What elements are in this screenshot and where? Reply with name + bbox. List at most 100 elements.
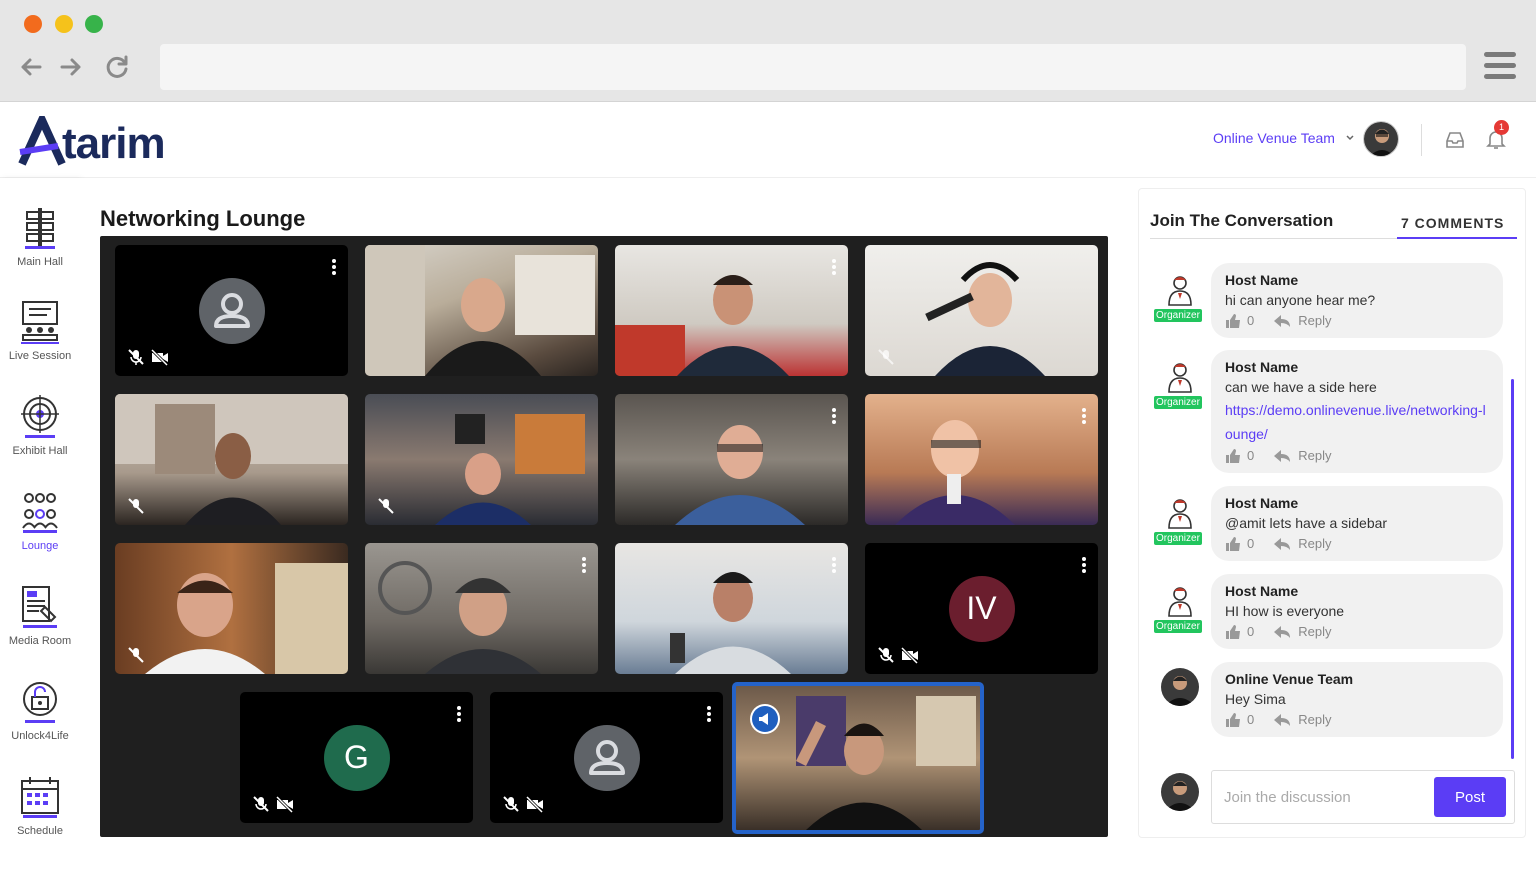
like-icon[interactable] [1225,313,1241,328]
logo-a-mark-icon [18,116,66,166]
participant-tile[interactable] [115,245,348,376]
reply-label: Reply [1298,712,1332,727]
reply-button[interactable]: Reply [1274,448,1331,463]
participant-tile[interactable] [615,245,848,376]
participant-tile[interactable] [615,543,848,674]
reply-arrow-icon [1274,314,1291,327]
reload-icon[interactable] [102,52,132,82]
reply-label: Reply [1298,313,1332,328]
conversation-title: Join The Conversation [1150,211,1334,230]
participant-tile[interactable] [365,394,598,525]
sidebar-item-exhibit-hall[interactable]: Exhibit Hall [0,393,80,457]
participant-video [675,425,805,525]
atarim-logo[interactable]: tarim [18,116,166,166]
commenter-avatar [1161,668,1199,706]
mic-off-icon [128,349,144,365]
reply-button[interactable]: Reply [1274,624,1331,639]
participant-tile[interactable] [365,543,598,674]
forward-arrow-icon[interactable] [56,52,86,82]
close-window-button[interactable] [24,15,42,33]
user-avatar[interactable] [1363,121,1399,157]
chevron-down-icon [1346,135,1354,141]
like-icon[interactable] [1225,712,1241,727]
sidebar-item-unlock4life[interactable]: Unlock4Life [0,678,80,742]
reply-button[interactable]: Reply [1274,712,1331,727]
comment-bubble: Host Name @amit lets have a sidebar 0 Re… [1211,486,1503,561]
tile-menu-icon[interactable] [1082,557,1086,573]
reply-label: Reply [1298,536,1332,551]
comment-author: Online Venue Team [1225,671,1354,687]
target-icon [21,395,59,438]
participant-tile[interactable] [365,245,598,376]
reply-button[interactable]: Reply [1274,313,1331,328]
comments-scrollbar[interactable] [1511,379,1514,759]
sidebar-item-main-hall[interactable]: Main Hall [0,204,80,268]
minimize-window-button[interactable] [55,15,73,33]
comments-tab[interactable]: 7 COMMENTS [1401,215,1504,231]
composer-avatar [1161,773,1199,811]
reply-arrow-icon [1274,449,1291,462]
unlock-icon [23,682,57,723]
participant-tile[interactable]: IV [865,543,1098,674]
post-button[interactable]: Post [1434,777,1506,817]
newspaper-icon [22,586,57,628]
organizer-avatar-icon [1168,499,1192,529]
participant-video [435,414,585,525]
tile-menu-icon[interactable] [832,408,836,424]
organizer-tag: Organizer [1154,620,1202,633]
megaphone-icon [750,704,780,734]
sidebar-item-label: Exhibit Hall [12,445,68,457]
initials-avatar: G [323,724,390,791]
active-speaker-tile[interactable] [732,682,984,834]
participant-video [925,262,1045,376]
tile-menu-icon[interactable] [832,557,836,573]
participant-tile[interactable] [865,394,1098,525]
tile-menu-icon[interactable] [1082,408,1086,424]
tile-menu-icon[interactable] [832,259,836,275]
participant-tile[interactable] [615,394,848,525]
participant-tile[interactable] [490,692,723,823]
discussion-input[interactable] [1224,783,1424,811]
like-icon[interactable] [1225,624,1241,639]
tile-menu-icon[interactable] [582,557,586,573]
camera-off-icon [526,795,544,813]
comment-author: Host Name [1225,495,1299,511]
tile-menu-icon[interactable] [332,259,336,275]
signpost-icon [25,208,55,249]
sidebar-item-lounge[interactable]: Lounge [0,488,80,552]
reply-label: Reply [1298,624,1332,639]
tile-menu-icon[interactable] [457,706,461,722]
camera-off-icon [276,795,294,813]
sidebar: Main Hall Live Session Exhibit Hall Loun… [0,178,80,876]
inbox-icon[interactable] [1444,129,1466,151]
app-header: tarim Online Venue Team 1 [0,102,1536,178]
reply-label: Reply [1298,448,1332,463]
organizer-tag: Organizer [1154,309,1202,322]
sidebar-item-media-room[interactable]: Media Room [0,583,80,647]
like-icon[interactable] [1225,536,1241,551]
comment-link[interactable]: https://demo.onlinevenue.live/networking… [1225,398,1489,446]
team-selector[interactable]: Online Venue Team [1213,130,1355,146]
sidebar-item-label: Media Room [8,635,72,647]
participant-tile[interactable] [115,543,348,674]
browser-menu-icon[interactable] [1484,52,1516,82]
sidebar-item-live-session[interactable]: Live Session [0,298,80,362]
people-group-icon [22,493,58,533]
participant-tile[interactable] [115,394,348,525]
address-bar[interactable] [160,44,1466,90]
participant-tile[interactable]: G [240,692,473,823]
notification-badge: 1 [1494,120,1509,135]
maximize-window-button[interactable] [85,15,103,33]
comment-text: can we have a side here [1225,379,1377,395]
sidebar-item-label: Schedule [17,825,63,837]
tile-menu-icon[interactable] [707,706,711,722]
sidebar-item-schedule[interactable]: Schedule [0,773,80,837]
like-count: 0 [1247,448,1255,463]
like-icon[interactable] [1225,448,1241,463]
participant-tile[interactable] [865,245,1098,376]
calendar-icon [21,777,59,818]
participant-video [145,563,348,674]
participant-video [378,561,541,674]
back-arrow-icon[interactable] [16,52,46,82]
reply-button[interactable]: Reply [1274,536,1331,551]
